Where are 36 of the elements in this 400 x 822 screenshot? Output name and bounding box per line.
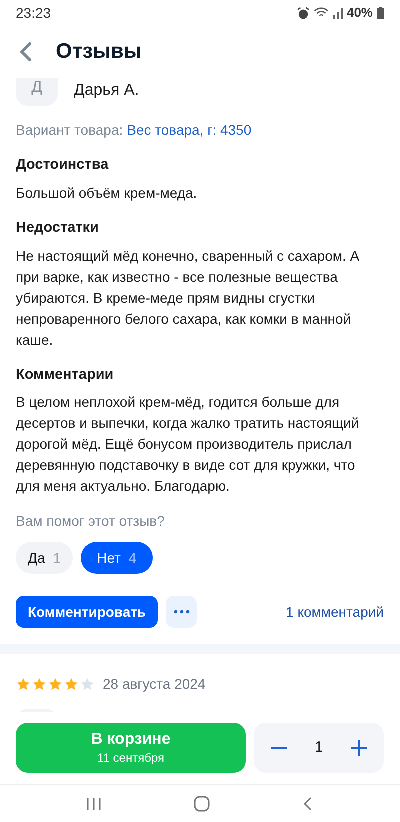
home-icon[interactable]	[192, 794, 211, 812]
section-heading: Достоинства	[16, 156, 110, 175]
battery-percent: 40%	[346, 4, 373, 22]
vote-button[interactable]: Нет 4	[81, 542, 153, 574]
avatar-letter: Д	[32, 78, 42, 98]
page-title: Отзывы	[56, 39, 142, 66]
comment-button[interactable]: Комментировать	[16, 596, 158, 628]
filled-star-icon	[32, 677, 47, 692]
quantity-value: 1	[314, 738, 324, 758]
alarm-icon	[296, 6, 310, 20]
section-heading: Комментарии	[16, 366, 115, 384]
vote-button[interactable]: Да 1	[16, 542, 74, 574]
empty-star-icon	[80, 677, 95, 692]
signal-icon	[332, 7, 343, 19]
more-button[interactable]	[166, 596, 198, 628]
review-text: В целом неплохой крем-мёд, годится больше для десертов и выпечки, когда жалко тратить настоящий дорогой мёд. Ещё бонусом производитель прислал деревянную подставочку в виде сот для кружки, что для меня актуально. Благодарю.	[16, 393, 360, 496]
filled-star-icon	[16, 677, 31, 692]
filled-star-icon	[48, 677, 63, 692]
status-time: 23:23	[16, 4, 52, 22]
back-icon[interactable]	[20, 42, 32, 62]
battery-icon	[377, 7, 384, 19]
plus-icon[interactable]	[350, 739, 368, 757]
helpful-question: Вам помог этот отзыв?	[16, 512, 166, 532]
review-date: 28 августа 2024	[103, 675, 206, 694]
wifi-icon	[314, 7, 329, 19]
more-icon	[174, 610, 190, 614]
review-text: Большой объём крем-меда.	[16, 184, 198, 203]
section-heading: Недостатки	[16, 218, 100, 238]
variant-value: Вес товара, г: 4350	[127, 121, 252, 140]
variant-label: Вариант товара:	[16, 121, 124, 140]
recent-apps-icon[interactable]	[86, 796, 102, 812]
review-text: Не настоящий мёд конечно, сваренный с сахаром. А при варке, как известно - все полезные вещества убираются. В креме-меде прям видны сгустки непроваренного белого сахара, как комки в манной каше.	[16, 246, 361, 350]
comments-link[interactable]: 1 комментарий	[286, 602, 384, 623]
back-nav-icon[interactable]	[302, 796, 314, 812]
author-name: Дарья А.	[74, 81, 140, 101]
filled-star-icon	[64, 677, 79, 692]
